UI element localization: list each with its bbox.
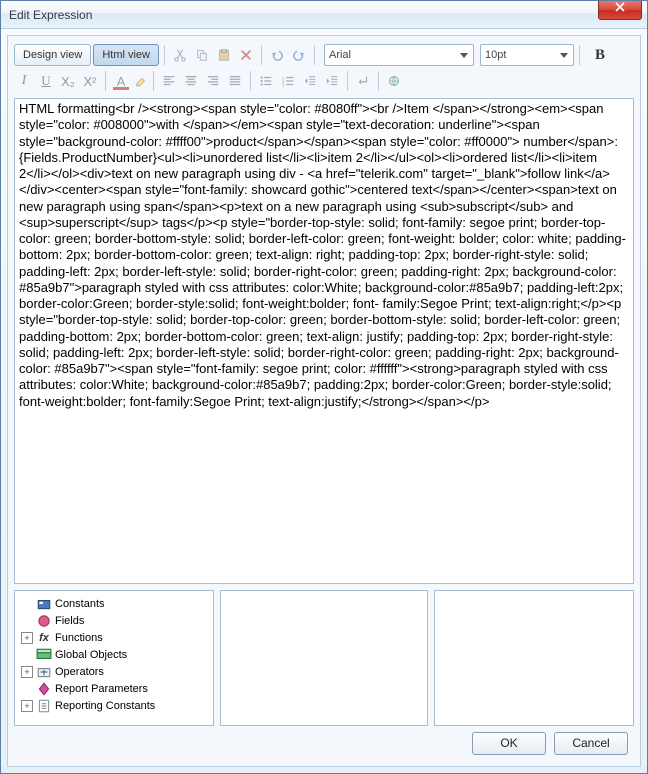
separator [579, 45, 580, 65]
tree-item-operators[interactable]: + Operators [17, 663, 211, 680]
paste-icon[interactable] [214, 45, 234, 65]
params-icon [36, 682, 52, 696]
expand-icon[interactable]: + [21, 700, 33, 712]
members-list[interactable] [220, 590, 428, 726]
bold-button[interactable]: B [589, 44, 611, 66]
separator [164, 45, 165, 65]
window-title: Edit Expression [9, 8, 92, 22]
highlight-button[interactable] [133, 71, 148, 91]
undo-icon[interactable] [267, 45, 287, 65]
ok-button[interactable]: OK [472, 732, 546, 755]
tree-item-fields[interactable]: Fields [17, 612, 211, 629]
tree-item-globals[interactable]: Global Objects [17, 646, 211, 663]
separator [153, 71, 154, 91]
constants-icon [36, 597, 52, 611]
superscript-button[interactable]: X² [80, 71, 100, 91]
text-color-button[interactable]: A [111, 71, 131, 91]
separator [314, 45, 315, 65]
titlebar: Edit Expression [1, 1, 647, 29]
tree-item-functions[interactable]: + fx Functions [17, 629, 211, 646]
delete-icon[interactable] [236, 45, 256, 65]
bulleted-list-icon[interactable] [256, 71, 276, 91]
globals-icon [36, 648, 52, 662]
align-right-icon[interactable] [203, 71, 223, 91]
description-pane[interactable] [434, 590, 634, 726]
align-justify-icon[interactable] [225, 71, 245, 91]
toolbar-row-2: I U X₂ X² A 123 [14, 68, 634, 94]
functions-icon: fx [36, 631, 52, 645]
separator [105, 71, 106, 91]
font-family-select[interactable]: Arial [324, 44, 474, 66]
expand-icon[interactable]: + [21, 632, 33, 644]
numbered-list-icon[interactable]: 123 [278, 71, 298, 91]
cut-icon[interactable] [170, 45, 190, 65]
html-view-button[interactable]: Html view [93, 44, 159, 66]
reportconst-icon [36, 699, 52, 713]
hyperlink-icon[interactable] [384, 71, 404, 91]
svg-text:3: 3 [282, 82, 285, 87]
tree-item-params[interactable]: Report Parameters [17, 680, 211, 697]
operators-icon [36, 665, 52, 679]
align-center-icon[interactable] [181, 71, 201, 91]
separator [347, 71, 348, 91]
dialog-buttons: OK Cancel [14, 726, 634, 760]
font-size-select[interactable]: 10pt [480, 44, 574, 66]
align-left-icon[interactable] [159, 71, 179, 91]
tree-item-reportconst[interactable]: + Reporting Constants [17, 697, 211, 714]
fields-icon [36, 614, 52, 628]
underline-button[interactable]: U [36, 71, 56, 91]
html-source-textarea[interactable]: HTML formatting<br /><strong><span style… [14, 98, 634, 584]
redo-icon[interactable] [289, 45, 309, 65]
design-view-button[interactable]: Design view [14, 44, 91, 66]
italic-button[interactable]: I [14, 71, 34, 91]
indent-icon[interactable] [322, 71, 342, 91]
toolbar-row-1: Design view Html view Arial 10pt B [14, 42, 634, 68]
categories-tree[interactable]: Constants Fields + fx Functions Global O… [14, 590, 214, 726]
outdent-icon[interactable] [300, 71, 320, 91]
subscript-button[interactable]: X₂ [58, 71, 78, 91]
cancel-button[interactable]: Cancel [554, 732, 628, 755]
separator [261, 45, 262, 65]
copy-icon[interactable] [192, 45, 212, 65]
tree-item-constants[interactable]: Constants [17, 595, 211, 612]
expand-icon[interactable]: + [21, 666, 33, 678]
break-icon[interactable] [353, 71, 373, 91]
close-button[interactable] [598, 1, 642, 20]
lower-panes: Constants Fields + fx Functions Global O… [14, 590, 634, 726]
separator [250, 71, 251, 91]
separator [378, 71, 379, 91]
